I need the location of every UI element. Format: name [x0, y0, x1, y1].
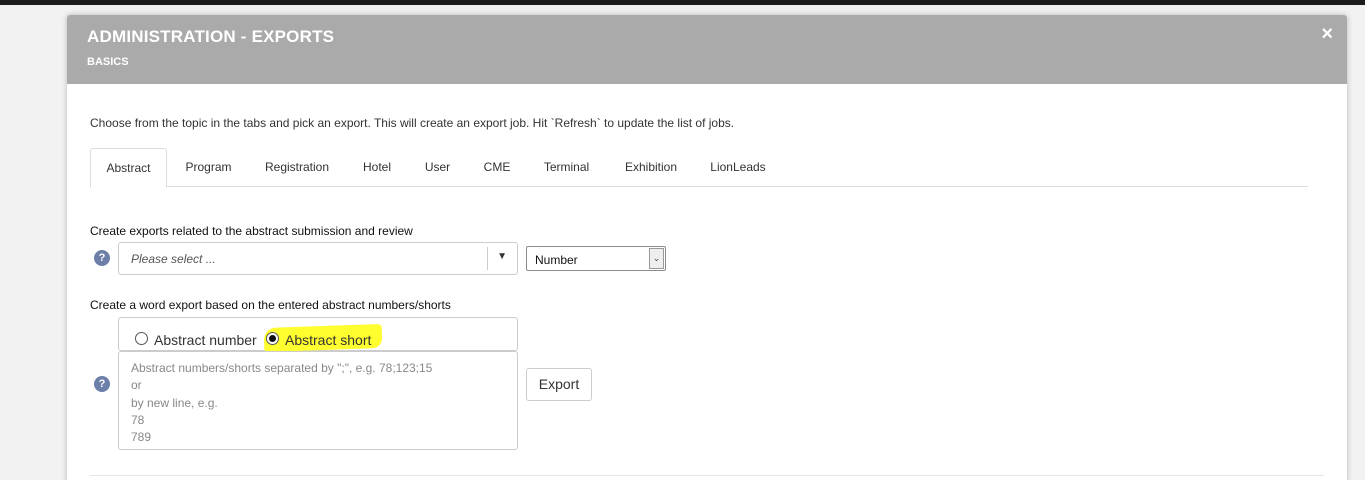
tab-user[interactable]: User [410, 148, 465, 187]
radio-abstract-number-label[interactable]: Abstract number [154, 332, 257, 348]
question-circle-icon[interactable]: ? [94, 376, 110, 392]
sort-by-value: Number [535, 253, 578, 267]
intro-text: Choose from the topic in the tabs and pi… [90, 116, 735, 130]
export-button[interactable]: Export [526, 368, 592, 401]
tab-abstract[interactable]: Abstract [90, 148, 167, 188]
tab-hotel[interactable]: Hotel [349, 148, 405, 187]
modal-title: ADMINISTRATION - EXPORTS [87, 27, 335, 46]
exports-modal: ADMINISTRATION - EXPORTS BASICS × Choose… [67, 15, 1347, 480]
export-tabs: Abstract Program Registration Hotel User… [90, 148, 1308, 188]
close-icon[interactable]: × [1321, 24, 1333, 44]
question-circle-icon[interactable]: ? [94, 250, 110, 266]
abstract-id-type-radio-group: Abstract number Abstract short [118, 317, 518, 353]
chevron-down-icon[interactable]: ⌄ [649, 248, 664, 269]
word-export-label: Create a word export based on the entere… [90, 298, 451, 312]
radio-abstract-number[interactable] [135, 332, 148, 345]
tab-terminal[interactable]: Terminal [529, 148, 604, 187]
radio-abstract-short-label[interactable]: Abstract short [285, 332, 371, 348]
tab-registration[interactable]: Registration [250, 148, 344, 187]
select-placeholder: Please select ... [131, 252, 216, 266]
modal-subtitle: BASICS [87, 56, 129, 68]
tab-program[interactable]: Program [172, 148, 245, 187]
tab-lionleads[interactable]: LionLeads [698, 148, 778, 187]
select-divider [487, 247, 488, 270]
abstract-numbers-textarea[interactable]: Abstract numbers/shorts separated by ";"… [118, 351, 518, 450]
abstract-exports-label: Create exports related to the abstract s… [90, 224, 413, 238]
section-divider [90, 475, 1324, 476]
radio-abstract-short[interactable] [266, 332, 279, 345]
caret-down-icon[interactable]: ▼ [497, 251, 507, 262]
tab-exhibition[interactable]: Exhibition [609, 148, 693, 187]
tab-cme[interactable]: CME [470, 148, 524, 187]
sort-by-select[interactable]: Number ⌄ [526, 246, 666, 271]
export-type-select[interactable]: Please select ... ▼ [118, 242, 518, 275]
modal-header: ADMINISTRATION - EXPORTS BASICS × [67, 15, 1347, 84]
top-bar [0, 0, 1365, 5]
